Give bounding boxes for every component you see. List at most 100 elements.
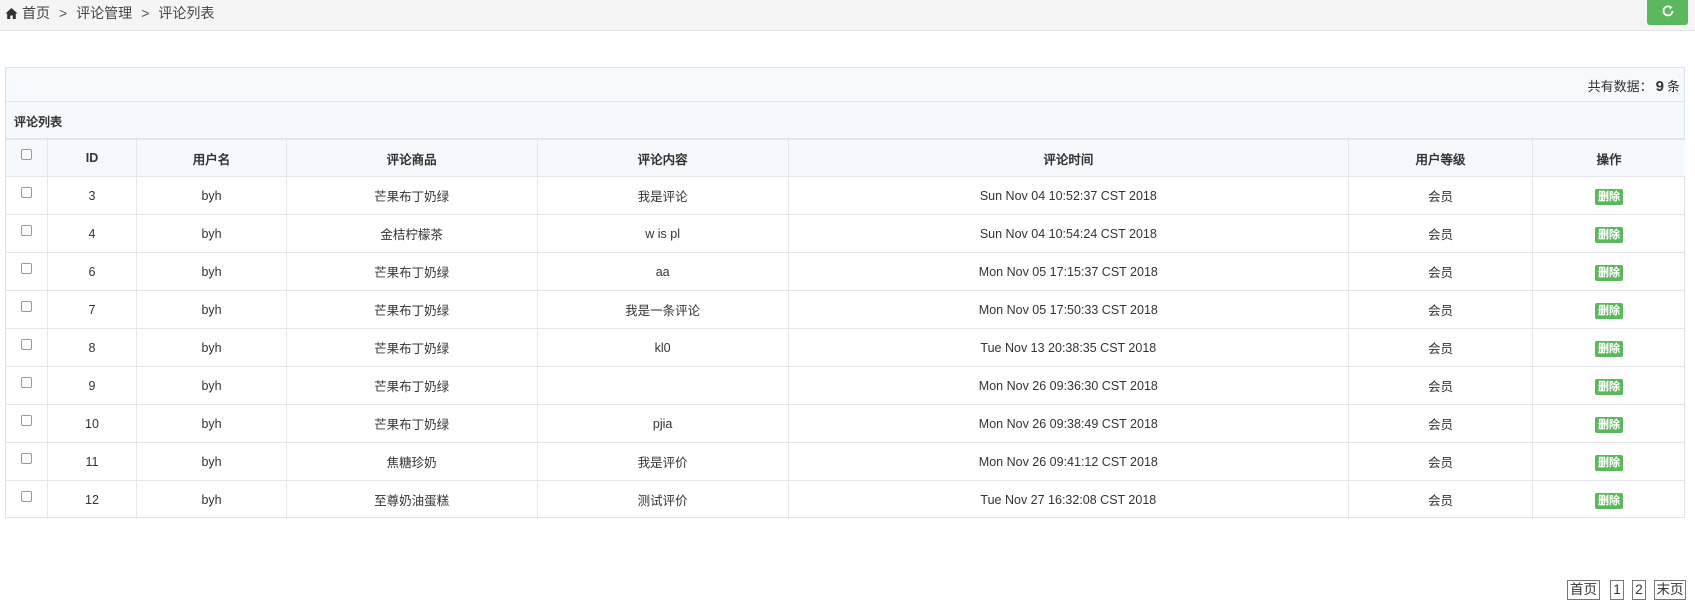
row-id: 7 <box>46 290 138 329</box>
pagination-page-1[interactable]: 1 <box>1610 580 1624 600</box>
row-product: 芒果布丁奶绿 <box>285 176 538 215</box>
pagination-first[interactable]: 首页 <box>1567 580 1600 600</box>
row-time: Mon Nov 26 09:38:49 CST 2018 <box>787 404 1350 443</box>
row-product: 至尊奶油蛋糕 <box>285 480 538 519</box>
total-number: 9 <box>1655 78 1664 95</box>
row-level: 会员 <box>1348 480 1533 519</box>
delete-button[interactable]: 删除 <box>1594 265 1623 281</box>
row-username: byh <box>136 442 287 481</box>
row-level: 会员 <box>1348 442 1533 481</box>
row-level: 会员 <box>1348 214 1533 253</box>
row-id: 3 <box>46 176 138 215</box>
row-content: 我是评价 <box>536 442 789 481</box>
row-content: aa <box>536 252 789 291</box>
refresh-button[interactable] <box>1647 0 1688 25</box>
row-id: 10 <box>46 404 138 443</box>
top-bar: 首页 > 评论管理 > 评论列表 <box>0 0 1695 31</box>
row-checkbox[interactable] <box>20 224 32 236</box>
row-time: Mon Nov 26 09:41:12 CST 2018 <box>787 442 1350 481</box>
table-row: 7 byh 芒果布丁奶绿 我是一条评论 Mon Nov 05 17:50:33 CST … <box>6 290 1685 329</box>
row-time: Mon Nov 05 17:50:33 CST 2018 <box>787 290 1350 329</box>
panel-header: 评论列表 <box>6 102 1684 139</box>
total-suffix: 条 <box>1666 79 1680 94</box>
select-all-cell <box>6 139 48 177</box>
table-row: 6 byh 芒果布丁奶绿 aa Mon Nov 05 17:15:37 CST 2018… <box>6 252 1685 291</box>
delete-button[interactable]: 删除 <box>1594 379 1623 395</box>
row-product: 芒果布丁奶绿 <box>285 366 538 405</box>
select-all-checkbox[interactable] <box>20 149 32 161</box>
delete-button[interactable]: 删除 <box>1594 189 1623 205</box>
row-select-cell <box>6 328 48 367</box>
total-count: 共有数据： 9 条 <box>1588 76 1680 95</box>
delete-button[interactable]: 删除 <box>1594 341 1623 357</box>
row-time: Mon Nov 05 17:15:37 CST 2018 <box>787 252 1350 291</box>
row-action-cell: 删除 <box>1531 252 1685 291</box>
home-icon <box>5 7 18 20</box>
row-checkbox[interactable] <box>20 186 32 198</box>
row-time: Tue Nov 13 20:38:35 CST 2018 <box>787 328 1350 367</box>
panel-title: 评论列表 <box>14 115 63 129</box>
row-checkbox[interactable] <box>20 262 32 274</box>
pagination-page-2[interactable]: 2 <box>1632 580 1646 600</box>
row-select-cell <box>6 214 48 253</box>
breadcrumb-home[interactable]: 首页 <box>22 3 50 23</box>
row-checkbox[interactable] <box>20 414 32 426</box>
row-content: w is pl <box>536 214 789 253</box>
row-id: 6 <box>46 252 138 291</box>
row-product: 金桔柠檬茶 <box>285 214 538 253</box>
comment-panel: 共有数据： 9 条 评论列表 ID 用户名 评论商品 评论内容 评论时间 用户等级 … <box>5 67 1685 519</box>
row-checkbox[interactable] <box>20 490 32 502</box>
breadcrumb-separator: > <box>59 5 68 21</box>
row-product: 芒果布丁奶绿 <box>285 404 538 443</box>
row-action-cell: 删除 <box>1531 404 1685 443</box>
delete-button[interactable]: 删除 <box>1594 455 1623 471</box>
table-header-row: ID 用户名 评论商品 评论内容 评论时间 用户等级 操作 <box>6 139 1685 177</box>
delete-button[interactable]: 删除 <box>1594 227 1623 243</box>
row-level: 会员 <box>1348 328 1533 367</box>
row-username: byh <box>136 366 287 405</box>
row-action-cell: 删除 <box>1531 480 1685 519</box>
row-content: 我是一条评论 <box>536 290 789 329</box>
row-time: Sun Nov 04 10:52:37 CST 2018 <box>787 176 1350 215</box>
row-time: Sun Nov 04 10:54:24 CST 2018 <box>787 214 1350 253</box>
delete-button[interactable]: 删除 <box>1594 417 1623 433</box>
breadcrumb-comment-management[interactable]: 评论管理 <box>76 3 132 23</box>
row-checkbox[interactable] <box>20 300 32 312</box>
summary-bar: 共有数据： 9 条 <box>6 68 1684 102</box>
row-username: byh <box>136 404 287 443</box>
table-row: 12 byh 至尊奶油蛋糕 测试评价 Tue Nov 27 16:32:08 CST 2… <box>6 480 1685 519</box>
row-username: byh <box>136 480 287 519</box>
row-content: kl0 <box>536 328 789 367</box>
column-header-action: 操作 <box>1531 139 1685 177</box>
row-id: 8 <box>46 328 138 367</box>
row-username: byh <box>136 252 287 291</box>
pagination-last[interactable]: 末页 <box>1654 580 1686 600</box>
table-row: 3 byh 芒果布丁奶绿 我是评论 Sun Nov 04 10:52:37 CST 20… <box>6 176 1685 215</box>
row-checkbox[interactable] <box>20 376 32 388</box>
row-id: 9 <box>46 366 138 405</box>
row-action-cell: 删除 <box>1531 442 1685 481</box>
row-action-cell: 删除 <box>1531 290 1685 329</box>
column-header-time: 评论时间 <box>787 139 1350 177</box>
total-prefix: 共有数据： <box>1587 79 1653 94</box>
row-level: 会员 <box>1348 404 1533 443</box>
row-content: pjia <box>536 404 789 443</box>
delete-button[interactable]: 删除 <box>1594 493 1623 510</box>
delete-button[interactable]: 删除 <box>1594 303 1623 319</box>
column-header-level: 用户等级 <box>1348 139 1533 177</box>
row-username: byh <box>136 328 287 367</box>
row-level: 会员 <box>1348 366 1533 405</box>
column-header-product: 评论商品 <box>285 139 538 177</box>
row-username: byh <box>136 290 287 329</box>
breadcrumb-separator: > <box>141 5 150 21</box>
row-select-cell <box>6 442 48 481</box>
breadcrumb: 首页 > 评论管理 > 评论列表 <box>5 4 214 22</box>
column-header-id: ID <box>46 139 138 177</box>
row-id: 12 <box>46 480 138 519</box>
row-checkbox[interactable] <box>20 452 32 464</box>
comment-table: ID 用户名 评论商品 评论内容 评论时间 用户等级 操作 3 byh 芒果布丁奶绿… <box>6 139 1685 519</box>
row-time: Tue Nov 27 16:32:08 CST 2018 <box>787 480 1350 519</box>
table-row: 8 byh 芒果布丁奶绿 kl0 Tue Nov 13 20:38:35 CST 201… <box>6 328 1685 367</box>
table-row: 4 byh 金桔柠檬茶 w is pl Sun Nov 04 10:54:24 CST … <box>6 214 1685 253</box>
row-checkbox[interactable] <box>20 338 32 350</box>
